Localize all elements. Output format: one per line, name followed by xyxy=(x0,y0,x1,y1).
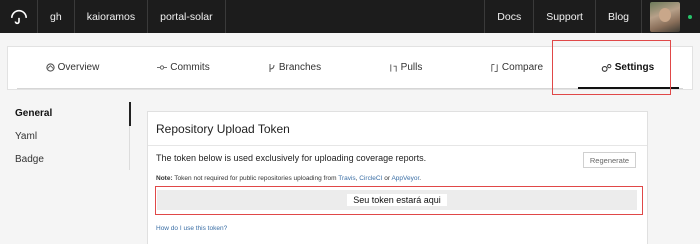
user-menu[interactable] xyxy=(641,0,700,33)
panel-title: Repository Upload Token xyxy=(148,112,647,146)
sidenav-item-general[interactable]: General xyxy=(15,102,131,125)
tab-overview-label: Overview xyxy=(57,62,100,73)
nav-repo[interactable]: portal-solar xyxy=(148,0,226,33)
tab-branches-label: Branches xyxy=(278,62,322,73)
navbar-spacer xyxy=(226,0,485,33)
tab-overview[interactable]: Overview xyxy=(17,47,128,88)
circleci-link[interactable]: CircleCI xyxy=(359,175,382,182)
token-highlight xyxy=(155,186,643,215)
top-navbar: gh kaioramos portal-solar Docs Support B… xyxy=(0,0,700,33)
nav-service[interactable]: gh xyxy=(38,0,75,33)
online-status-dot xyxy=(688,14,692,19)
regenerate-button[interactable]: Regenerate xyxy=(583,152,636,168)
nav-blog[interactable]: Blog xyxy=(594,0,641,33)
nav-docs[interactable]: Docs xyxy=(484,0,533,33)
tab-pulls[interactable]: Pulls xyxy=(350,47,461,88)
settings-tab-highlight xyxy=(552,40,671,95)
tab-compare-label: Compare xyxy=(501,62,544,73)
appveyor-link[interactable]: AppVeyor xyxy=(391,175,419,182)
overview-icon xyxy=(46,63,55,72)
tab-commits-label: Commits xyxy=(170,62,210,73)
nav-owner[interactable]: kaioramos xyxy=(75,0,149,33)
home-logo[interactable] xyxy=(0,0,38,33)
note-suffix: . xyxy=(419,175,422,182)
sidenav-item-yaml[interactable]: Yaml xyxy=(15,125,131,148)
travis-link[interactable]: Travis xyxy=(338,175,355,182)
sidenav-active-indicator xyxy=(129,102,131,126)
sidenav-item-badge[interactable]: Badge xyxy=(15,148,131,171)
avatar[interactable] xyxy=(650,1,680,32)
upload-token-panel: Repository Upload Token The token below … xyxy=(147,111,648,244)
tab-commits[interactable]: Commits xyxy=(128,47,239,88)
tab-pulls-label: Pulls xyxy=(400,62,423,73)
pulls-icon xyxy=(390,63,397,72)
sidenav-divider xyxy=(129,126,130,170)
token-help-link[interactable]: How do I use this token? xyxy=(156,225,227,232)
compare-icon xyxy=(491,63,498,72)
nav-support[interactable]: Support xyxy=(533,0,595,33)
branches-icon xyxy=(269,63,275,72)
panel-description: The token below is used exclusively for … xyxy=(156,153,427,163)
commits-icon xyxy=(157,65,168,70)
umbrella-logo-icon xyxy=(10,9,27,24)
token-note: Note: Token not required for public repo… xyxy=(156,175,422,182)
tab-branches[interactable]: Branches xyxy=(239,47,350,88)
note-text: Token not required for public repositori… xyxy=(172,175,339,182)
settings-sidenav: General Yaml Badge xyxy=(15,102,131,171)
note-prefix: Note: xyxy=(156,175,173,182)
